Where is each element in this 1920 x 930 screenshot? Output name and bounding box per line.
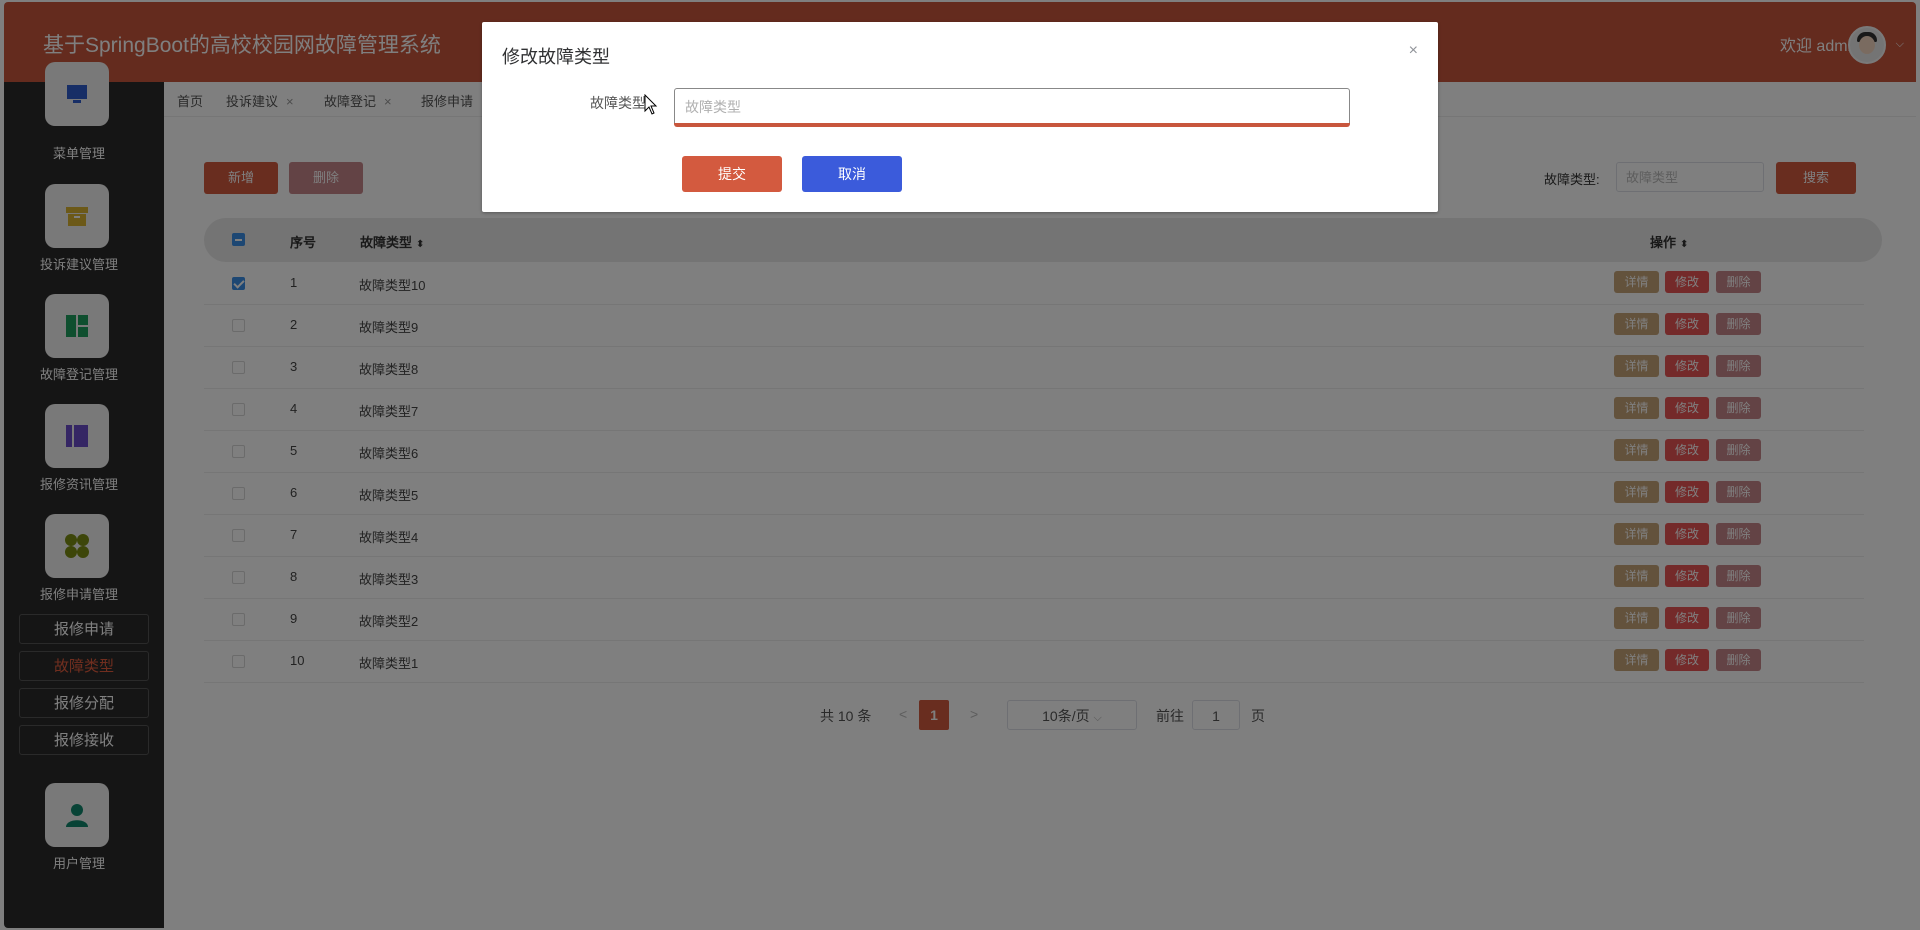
submit-button[interactable]: 提交 (682, 156, 782, 192)
fault-type-label: 故障类型 (590, 95, 646, 111)
close-icon[interactable]: × (1409, 42, 1418, 60)
dialog-title: 修改故障类型 (502, 47, 610, 67)
mouse-cursor-icon (644, 94, 658, 115)
input-focus-underline (674, 123, 1350, 127)
fault-type-input[interactable]: 故障类型 (674, 88, 1350, 126)
edit-fault-type-dialog: 修改故障类型 × 故障类型 故障类型 提交 取消 (482, 22, 1438, 212)
cancel-button[interactable]: 取消 (802, 156, 902, 192)
